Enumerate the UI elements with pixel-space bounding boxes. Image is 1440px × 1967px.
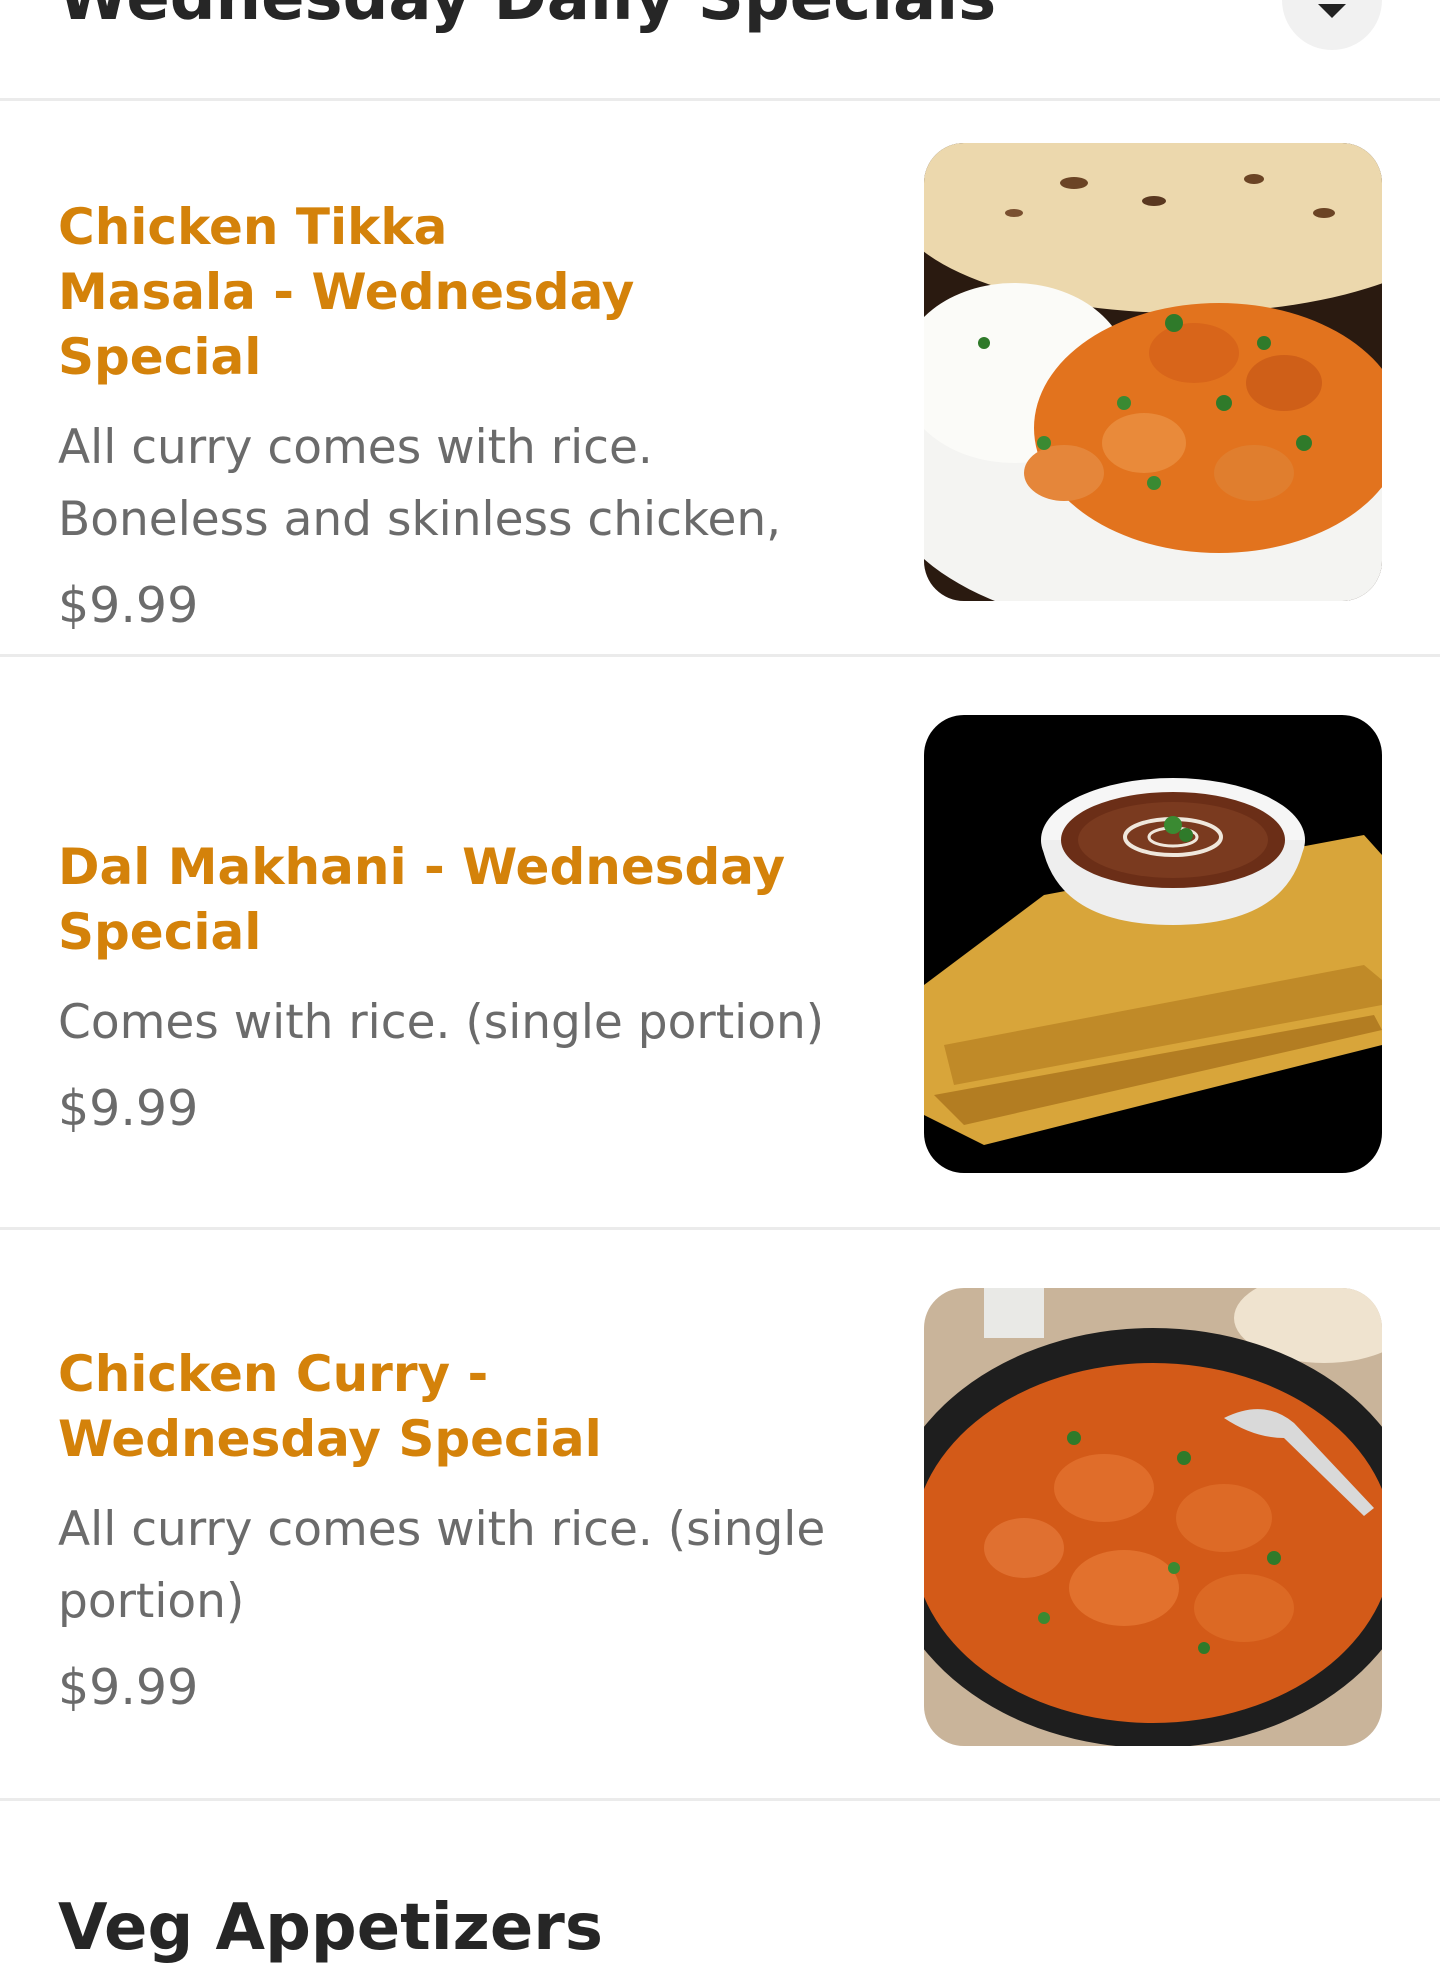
menu-item-photo	[924, 715, 1382, 1173]
menu-item-price: $9.99	[58, 1659, 199, 1716]
menu-item-info: Dal Makhani - Wednesday Special Comes wi…	[58, 835, 878, 1139]
menu-item-photo	[924, 143, 1382, 601]
section-title: Wednesday Daily Specials	[58, 0, 996, 37]
menu-item-name: Chicken Curry - Wednesday Special	[58, 1345, 602, 1468]
menu-item[interactable]: Dal Makhani - Wednesday Special Comes wi…	[0, 657, 1440, 1230]
menu-item-photo	[924, 1288, 1382, 1746]
menu-item[interactable]: Chicken Tikka Masala - Wednesday Special…	[0, 101, 1440, 657]
menu-item-description: Comes with rice. (single portion)	[58, 995, 825, 1050]
chevron-down-icon	[1318, 4, 1346, 18]
menu-item-price: $9.99	[58, 577, 199, 634]
menu-item-description: All curry comes with rice. (single porti…	[58, 1502, 826, 1629]
section-header: Wednesday Daily Specials	[0, 0, 1440, 101]
next-section-title: Veg Appetizers	[58, 1891, 603, 1965]
menu-item-name: Dal Makhani - Wednesday Special	[58, 838, 786, 961]
menu-item[interactable]: Chicken Curry - Wednesday Special All cu…	[0, 1230, 1440, 1801]
menu-item-price: $9.99	[58, 1080, 199, 1137]
menu-item-name: Chicken Tikka Masala - Wednesday Special	[58, 198, 635, 386]
menu-item-info: Chicken Tikka Masala - Wednesday Special…	[58, 195, 878, 636]
collapse-section-button[interactable]	[1282, 0, 1382, 50]
menu-item-info: Chicken Curry - Wednesday Special All cu…	[58, 1342, 878, 1718]
menu-item-description: All curry comes with rice. Boneless and …	[58, 420, 782, 547]
